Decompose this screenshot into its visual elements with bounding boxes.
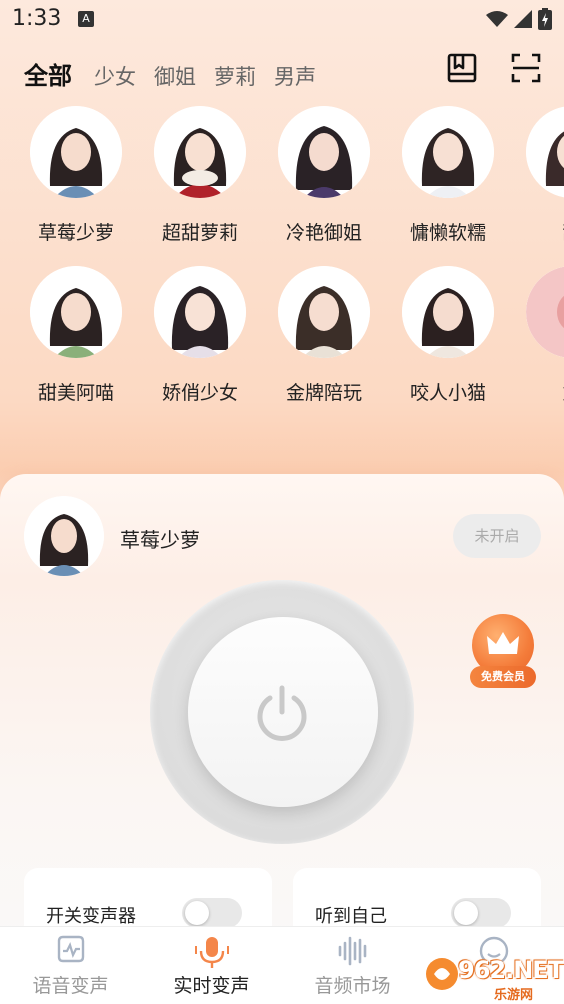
voice-status-button[interactable]: 未开启 bbox=[453, 514, 541, 558]
voice-name: 冷艳御姐 bbox=[285, 222, 362, 244]
voice-row: 草莓少萝 超甜萝莉 冷艳御姐 慵懒软糯 甜 bbox=[30, 106, 564, 266]
microphone-icon bbox=[194, 937, 229, 968]
category-tabs: 全部 少女 御姐 萝莉 男声 bbox=[24, 56, 334, 91]
vip-label: 免费会员 bbox=[470, 666, 536, 688]
voice-name: 甜美阿喵 bbox=[37, 382, 114, 404]
selected-voice-name: 草莓少萝 bbox=[120, 528, 200, 552]
voice-name: 娇 bbox=[526, 378, 564, 405]
voice-item[interactable]: 咬人小猫 bbox=[402, 266, 526, 426]
battery-icon bbox=[538, 8, 552, 30]
scan-icon[interactable] bbox=[510, 52, 542, 84]
switch-knob bbox=[454, 901, 478, 925]
voice-item[interactable]: 娇 bbox=[526, 266, 564, 426]
voice-item[interactable]: 金牌陪玩 bbox=[278, 266, 402, 426]
vip-badge[interactable]: 免费会员 bbox=[470, 614, 536, 688]
waveform-monitor-icon bbox=[57, 935, 84, 963]
avatar bbox=[526, 266, 564, 358]
voice-name: 草莓少萝 bbox=[37, 222, 114, 244]
book-icon[interactable] bbox=[446, 52, 478, 84]
wifi-icon bbox=[486, 11, 508, 27]
tab-all[interactable]: 全部 bbox=[24, 56, 72, 91]
status-bar: 1:33 A bbox=[0, 0, 564, 40]
avatar bbox=[154, 266, 246, 358]
toggle-label: 听到自己 bbox=[315, 906, 387, 927]
audio-wave-icon bbox=[338, 936, 366, 966]
avatar bbox=[30, 106, 122, 198]
voice-name: 超甜萝莉 bbox=[161, 222, 238, 244]
nav-label: 实时变声 bbox=[173, 975, 250, 997]
voice-name: 娇俏少女 bbox=[161, 382, 238, 404]
avatar bbox=[402, 266, 494, 358]
voice-name: 咬人小猫 bbox=[409, 382, 486, 404]
avatar bbox=[278, 106, 370, 198]
voice-item[interactable]: 甜 bbox=[526, 106, 564, 266]
voice-item[interactable]: 冷艳御姐 bbox=[278, 106, 402, 266]
voice-name: 金牌陪玩 bbox=[285, 382, 362, 404]
tab-male[interactable]: 男声 bbox=[274, 61, 316, 91]
voice-item[interactable]: 甜美阿喵 bbox=[30, 266, 154, 426]
voice-item[interactable]: 草莓少萝 bbox=[30, 106, 154, 266]
signal-icon bbox=[514, 10, 532, 28]
power-icon bbox=[257, 685, 307, 741]
voice-row: 甜美阿喵 娇俏少女 金牌陪玩 咬人小猫 娇 bbox=[30, 266, 564, 426]
nav-voice-change[interactable]: 语音变声 bbox=[0, 927, 141, 1004]
tab-girl[interactable]: 少女 bbox=[94, 61, 136, 91]
voice-name: 慵懒软糯 bbox=[409, 222, 486, 244]
status-icons bbox=[486, 8, 552, 30]
nav-label: 音频市场 bbox=[314, 975, 391, 997]
avatar bbox=[30, 266, 122, 358]
tab-lady[interactable]: 御姐 bbox=[154, 61, 196, 91]
voice-item[interactable]: 超甜萝莉 bbox=[154, 106, 278, 266]
notification-icon: A bbox=[78, 11, 94, 27]
watermark-brand: 962.NET bbox=[458, 956, 564, 984]
status-time: 1:33 bbox=[12, 6, 62, 31]
voice-item[interactable]: 慵懒软糯 bbox=[402, 106, 526, 266]
voice-item[interactable]: 娇俏少女 bbox=[154, 266, 278, 426]
avatar bbox=[526, 106, 564, 198]
selected-voice-avatar bbox=[24, 496, 104, 576]
toggle-label: 开关变声器 bbox=[46, 906, 136, 927]
voice-grid: 草莓少萝 超甜萝莉 冷艳御姐 慵懒软糯 甜 甜美阿喵 娇俏少女 金 bbox=[30, 106, 564, 426]
nav-label: 语音变声 bbox=[32, 975, 109, 997]
watermark-sub: 乐游网 bbox=[494, 988, 534, 1003]
nav-realtime-change[interactable]: 实时变声 bbox=[141, 927, 282, 1004]
avatar bbox=[278, 266, 370, 358]
tab-loli[interactable]: 萝莉 bbox=[214, 61, 256, 91]
voice-changer-switch[interactable] bbox=[182, 898, 242, 928]
switch-knob bbox=[185, 901, 209, 925]
avatar bbox=[402, 106, 494, 198]
voice-name: 甜 bbox=[526, 218, 564, 245]
nav-audio-market[interactable]: 音频市场 bbox=[282, 927, 423, 1004]
hear-self-switch[interactable] bbox=[451, 898, 511, 928]
avatar bbox=[154, 106, 246, 198]
